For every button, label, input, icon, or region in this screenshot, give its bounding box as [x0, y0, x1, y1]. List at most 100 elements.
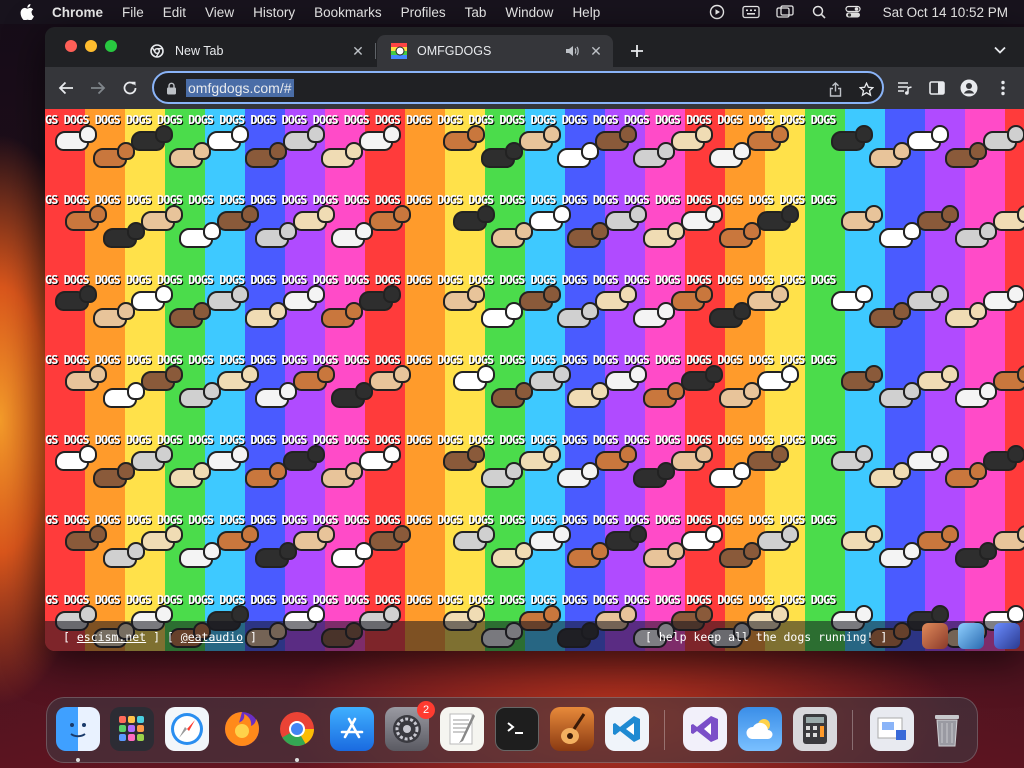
tab-new-tab[interactable]: New Tab ✕ [135, 35, 375, 67]
running-dog [255, 222, 297, 248]
running-dog [869, 142, 911, 168]
running-dog [359, 285, 401, 311]
chrome-icon [149, 43, 165, 59]
close-tab-icon[interactable]: ✕ [587, 42, 605, 60]
running-dog [869, 302, 911, 328]
zoom-window-button[interactable] [105, 40, 117, 52]
running-dog [945, 142, 987, 168]
menu-bookmarks[interactable]: Bookmarks [314, 5, 382, 20]
play-status-icon[interactable] [707, 4, 727, 20]
running-dog [141, 365, 183, 391]
app-store-icon[interactable] [330, 707, 374, 751]
running-dog [529, 365, 571, 391]
textedit-icon[interactable] [440, 707, 484, 751]
firefox-icon[interactable] [220, 707, 264, 751]
band-text: GS DOGS DOGS DOGS DOGS DOGS DOGS DOGS DO… [45, 113, 837, 127]
running-dog [993, 205, 1024, 231]
running-dog [169, 462, 211, 488]
running-dog [747, 445, 789, 471]
reload-icon[interactable] [119, 77, 141, 99]
running-dog [605, 205, 647, 231]
tab-omfgdogs[interactable]: OMFGDOGS ✕ [377, 35, 613, 67]
running-dog [103, 542, 145, 568]
running-dog [179, 382, 221, 408]
running-dog [131, 285, 173, 311]
keyboard-icon[interactable] [741, 4, 761, 20]
running-dog [567, 222, 609, 248]
footer-help-text[interactable]: [ help keep all the dogs running! ] [645, 630, 887, 644]
menu-view[interactable]: View [205, 5, 234, 20]
tab-strip: New Tab ✕ OMFGDOGS ✕ [45, 27, 1024, 67]
escism-link[interactable]: escism.net [77, 630, 146, 644]
preview-icon[interactable] [870, 707, 914, 751]
chrome-dock-icon[interactable] [275, 707, 319, 751]
audio-playing-icon[interactable] [563, 42, 581, 60]
footer-sprites [922, 623, 1020, 649]
media-controls-icon[interactable] [895, 78, 915, 98]
more-menu-icon[interactable] [993, 78, 1013, 98]
trash-icon[interactable] [925, 707, 969, 751]
running-dog [103, 382, 145, 408]
launchpad-icon[interactable] [110, 707, 154, 751]
running-dog [757, 365, 799, 391]
browser-window: New Tab ✕ OMFGDOGS ✕ omfgdogs.com/# GS D… [45, 27, 1024, 651]
screen-mirroring-icon[interactable] [775, 4, 795, 20]
menu-file[interactable]: File [122, 5, 144, 20]
close-window-button[interactable] [65, 40, 77, 52]
omfgdogs-page[interactable]: GS DOGS DOGS DOGS DOGS DOGS DOGS DOGS DO… [45, 109, 1024, 651]
running-dog [443, 285, 485, 311]
bookmark-star-icon[interactable] [857, 80, 875, 98]
menu-app-name[interactable]: Chrome [52, 5, 103, 20]
vscode-icon[interactable] [605, 707, 649, 751]
lock-icon[interactable] [164, 81, 178, 95]
running-dog [169, 142, 211, 168]
garageband-icon[interactable] [550, 707, 594, 751]
back-arrow-icon[interactable] [55, 77, 77, 99]
weather-icon[interactable] [738, 707, 782, 751]
address-bar[interactable]: omfgdogs.com/# [152, 71, 884, 104]
dog-band: GS DOGS DOGS DOGS DOGS DOGS DOGS DOGS DO… [45, 513, 1024, 593]
menu-clock[interactable]: Sat Oct 14 10:52 PM [883, 5, 1008, 20]
running-dog [169, 302, 211, 328]
running-dog [293, 365, 335, 391]
running-dog [93, 302, 135, 328]
system-settings-icon[interactable]: 2 [385, 701, 435, 751]
running-dog [757, 525, 799, 551]
calculator-icon[interactable] [793, 707, 837, 751]
control-center-icon[interactable] [843, 4, 863, 20]
forward-arrow-icon[interactable] [87, 77, 109, 99]
running-dog [681, 365, 723, 391]
running-dog [359, 125, 401, 151]
running-dog [993, 365, 1024, 391]
menu-history[interactable]: History [253, 5, 295, 20]
running-dog [207, 125, 249, 151]
minimize-window-button[interactable] [85, 40, 97, 52]
menu-help[interactable]: Help [572, 5, 600, 20]
dogs-row [45, 285, 1024, 349]
running-dog [207, 285, 249, 311]
running-dog [245, 302, 287, 328]
spotlight-search-icon[interactable] [809, 4, 829, 20]
menu-window[interactable]: Window [505, 5, 553, 20]
url-text[interactable]: omfgdogs.com/# [186, 79, 294, 97]
side-panel-icon[interactable] [927, 78, 947, 98]
running-dog [719, 542, 761, 568]
terminal-icon[interactable] [495, 707, 539, 751]
new-tab-button[interactable] [625, 39, 649, 63]
dogs-row [45, 365, 1024, 429]
finder-icon[interactable] [56, 707, 100, 751]
running-dog [529, 205, 571, 231]
running-dog [245, 142, 287, 168]
apple-icon[interactable] [18, 3, 36, 21]
safari-icon[interactable] [165, 707, 209, 751]
menu-edit[interactable]: Edit [163, 5, 186, 20]
menu-tab[interactable]: Tab [465, 5, 487, 20]
running-dog [633, 302, 675, 328]
eataudio-link[interactable]: @eataudio [181, 630, 243, 644]
profile-avatar-icon[interactable] [959, 78, 979, 98]
menu-profiles[interactable]: Profiles [401, 5, 446, 20]
close-tab-icon[interactable]: ✕ [349, 42, 367, 60]
visual-studio-icon[interactable] [683, 707, 727, 751]
tab-search-chevron-icon[interactable] [990, 40, 1010, 60]
share-icon[interactable] [826, 80, 844, 98]
